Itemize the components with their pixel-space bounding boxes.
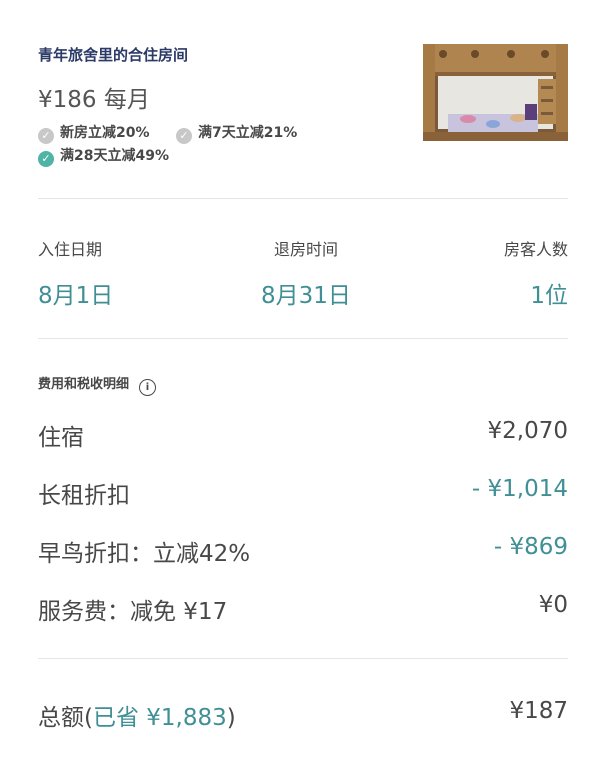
fee-amount: - ¥1,014 [471, 476, 568, 502]
breakdown-heading-text: 费用和税收明细 [38, 377, 130, 392]
fee-amount: ¥2,070 [487, 418, 568, 444]
discount-label: 满7天立减21% [198, 125, 298, 141]
breakdown-heading: 费用和税收明细 i [38, 373, 157, 396]
checkin-label: 入住日期 [38, 240, 103, 259]
checkout-label: 退房时间 [273, 240, 338, 259]
discount-new-listing: ✓ 新房立减20% [38, 122, 150, 144]
stay-details: 入住日期 8月1日 退房时间 8月31日 房客人数 1位 [38, 236, 568, 309]
checkout-value: 8月31日 [261, 283, 351, 309]
checkin-value: 8月1日 [38, 283, 114, 309]
divider [38, 658, 568, 659]
guests-value: 1位 [530, 283, 568, 309]
fee-row-service-fee: 服务费：减免 ¥17 ¥0 [38, 592, 568, 625]
guests-field[interactable]: 房客人数 1位 [504, 236, 568, 310]
listing-title: 青年旅舍里的合住房间 [38, 46, 189, 64]
total-label-close: ) [226, 705, 236, 731]
total-row: 总额(已省 ¥1,883) ¥187 [38, 698, 568, 732]
listing-photo[interactable] [423, 44, 568, 141]
listing-card[interactable]: 青年旅舍里的合住房间 ¥186 每月 ✓ 新房立减20% ✓ 满7天立减21% ✓ 满… [38, 40, 568, 167]
discount-label: 新房立减20% [60, 125, 150, 141]
divider [38, 338, 568, 339]
fee-row-lodging: 住宿 ¥2,070 [38, 418, 568, 451]
check-circle-icon: ✓ [176, 128, 192, 144]
fee-label: 早鸟折扣：立减42% [38, 541, 251, 567]
checkin-field[interactable]: 入住日期 8月1日 [38, 236, 113, 310]
check-circle-icon: ✓ [38, 151, 54, 167]
total-label: 总额(已省 ¥1,883) [38, 698, 236, 732]
fee-row-long-stay-discount: 长租折扣 - ¥1,014 [38, 476, 568, 509]
discount-monthly: ✓ 满28天立减49% [38, 145, 169, 167]
booking-summary: 青年旅舍里的合住房间 ¥186 每月 ✓ 新房立减20% ✓ 满7天立减21% ✓ 满… [0, 0, 600, 781]
check-circle-icon: ✓ [38, 128, 54, 144]
discount-weekly: ✓ 满7天立减21% [176, 122, 297, 144]
info-icon[interactable]: i [139, 379, 157, 396]
listing-price: ¥186 每月 [38, 87, 150, 113]
fee-label: 住宿 [38, 425, 84, 451]
fee-row-early-bird-discount: 早鸟折扣：立减42% - ¥869 [38, 534, 568, 567]
discount-label: 满28天立减49% [60, 148, 169, 164]
bunk-bed-photo [423, 44, 568, 141]
fee-label: 服务费：减免 ¥17 [38, 599, 228, 625]
total-saved: 已省 ¥1,883 [92, 705, 227, 731]
checkout-field[interactable]: 退房时间 8月31日 [261, 236, 351, 310]
divider [38, 198, 568, 199]
fee-label: 长租折扣 [38, 483, 130, 509]
fee-amount: - ¥869 [493, 534, 568, 560]
fee-amount: ¥0 [538, 592, 568, 618]
total-label-text: 总额( [38, 705, 93, 731]
total-amount: ¥187 [509, 698, 568, 724]
guests-label: 房客人数 [503, 240, 568, 259]
